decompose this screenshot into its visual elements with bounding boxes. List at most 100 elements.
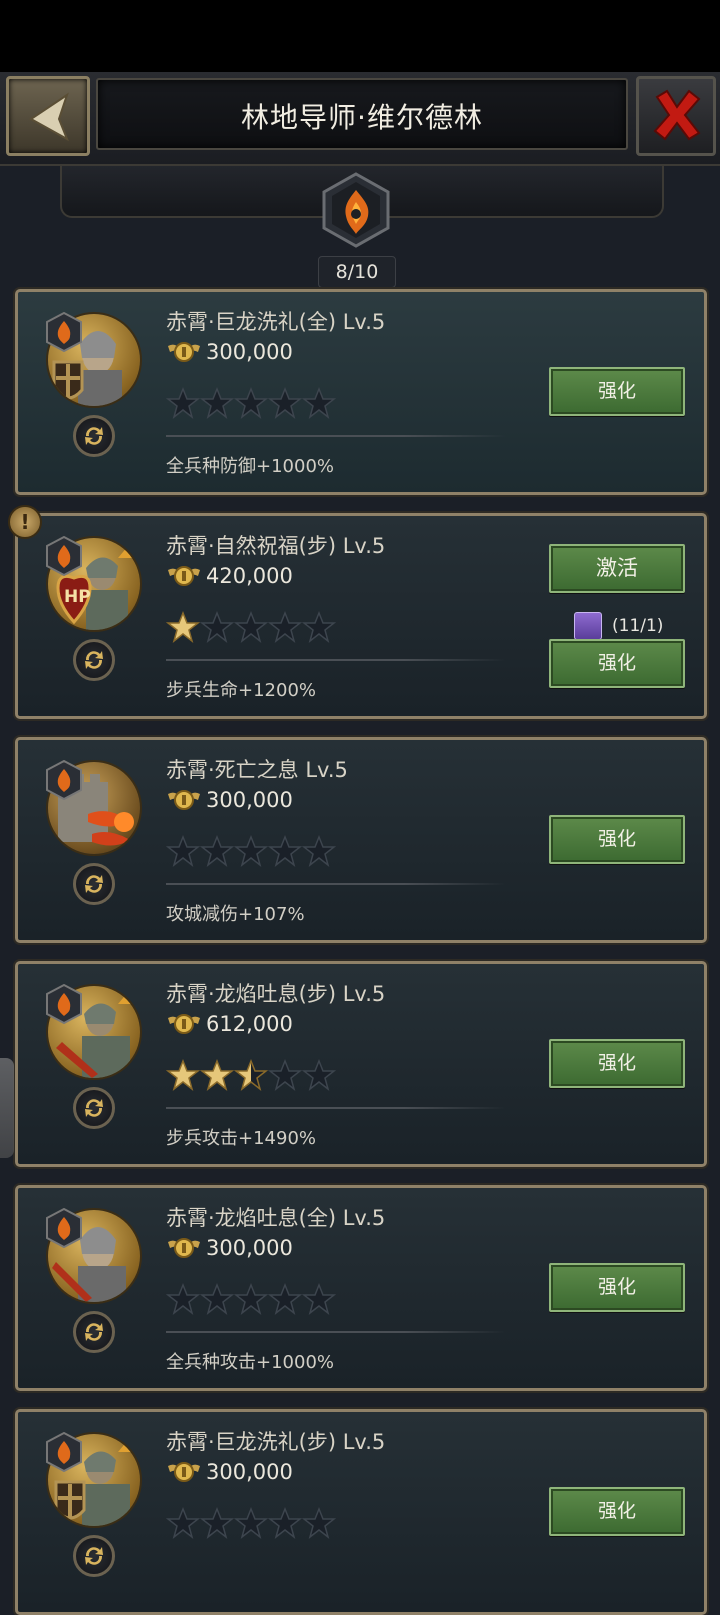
- winged-coin-icon: [168, 342, 200, 362]
- winged-coin-icon: [168, 1014, 200, 1034]
- divider: [166, 659, 506, 661]
- divider: [166, 883, 506, 885]
- star-icon: [200, 834, 234, 867]
- swap-button[interactable]: [73, 1311, 115, 1353]
- skill-name: 赤霄·死亡之息 Lv.5: [166, 758, 348, 782]
- swap-button[interactable]: [73, 1535, 115, 1577]
- star-icon: [200, 610, 234, 643]
- star-icon: [234, 834, 268, 867]
- star-icon: [268, 834, 302, 867]
- swap-icon: [85, 875, 103, 893]
- attribute-text: 步兵生命+1200%: [166, 680, 316, 701]
- star-icon: [268, 1282, 302, 1315]
- star-icon: [234, 1282, 268, 1315]
- requirement-text: (11/1): [612, 616, 664, 636]
- skill-card: 赤霄·龙焰吐息(全) Lv.5 300,000 全兵种攻击+1000% 强化: [15, 1185, 707, 1391]
- divider: [166, 1107, 506, 1109]
- title-frame: 林地导师·维尔德林: [96, 78, 628, 150]
- activate-button[interactable]: 激活: [549, 544, 685, 593]
- winged-coin-icon: [168, 1462, 200, 1482]
- cost-value: 420,000: [206, 564, 293, 588]
- star-icon: [302, 834, 336, 867]
- skill-name: 赤霄·龙焰吐息(步) Lv.5: [166, 982, 386, 1006]
- close-x-icon: [653, 89, 701, 141]
- star-icon: [200, 1058, 234, 1091]
- enhance-button[interactable]: 强化: [549, 815, 685, 864]
- star-icon: [302, 1506, 336, 1539]
- star-icon: [166, 386, 200, 419]
- page-title: 林地导师·维尔德林: [241, 101, 483, 134]
- attribute-text: 全兵种攻击+1000%: [166, 1352, 334, 1373]
- skill-name: 赤霄·龙焰吐息(全) Lv.5: [166, 1206, 386, 1230]
- star-icon: [234, 610, 268, 643]
- winged-coin-icon: [168, 1238, 200, 1258]
- skill-card: 赤霄·龙焰吐息(步) Lv.5 612,000 步兵攻击+1490% 强化: [15, 961, 707, 1167]
- star-rating: [166, 386, 336, 420]
- star-icon: [166, 610, 200, 643]
- attribute-text: 全兵种防御+1000%: [166, 456, 334, 477]
- winged-coin-icon: [168, 790, 200, 810]
- swap-icon: [85, 427, 103, 445]
- star-rating: [166, 834, 336, 868]
- cost-value: 300,000: [206, 1460, 293, 1484]
- exclamation-icon[interactable]: !: [8, 505, 42, 539]
- flame-badge-icon: [46, 984, 82, 1024]
- star-icon: [200, 1282, 234, 1315]
- back-button[interactable]: [6, 76, 90, 156]
- star-icon: [200, 386, 234, 419]
- flame-badge-icon: [46, 536, 82, 576]
- star-rating: [166, 1282, 336, 1316]
- enhance-button[interactable]: 强化: [549, 367, 685, 416]
- chevron-left-icon: [29, 92, 69, 142]
- star-icon: [268, 1058, 302, 1091]
- close-button[interactable]: [636, 76, 716, 156]
- star-rating: [166, 610, 336, 644]
- star-icon: [234, 1506, 268, 1539]
- flame-badge-icon: [46, 760, 82, 800]
- enhance-button[interactable]: 强化: [549, 1487, 685, 1536]
- swap-button[interactable]: [73, 863, 115, 905]
- skill-card: HP 赤霄·自然祝福(步) Lv.5 420,000 步兵生命+1200% 激活…: [15, 513, 707, 719]
- enhance-button[interactable]: 强化: [549, 639, 685, 688]
- star-icon: [166, 834, 200, 867]
- winged-coin-icon: [168, 566, 200, 586]
- cost-value: 300,000: [206, 1236, 293, 1260]
- cost-value: 300,000: [206, 340, 293, 364]
- star-icon: [200, 1506, 234, 1539]
- star-icon: [166, 1506, 200, 1539]
- star-rating: [166, 1058, 336, 1092]
- enhance-button[interactable]: 强化: [549, 1263, 685, 1312]
- attribute-text: 步兵攻击+1490%: [166, 1128, 316, 1149]
- star-icon: [268, 610, 302, 643]
- swap-button[interactable]: [73, 1087, 115, 1129]
- flame-badge-icon: [46, 1208, 82, 1248]
- divider: [166, 1331, 506, 1333]
- skill-name: 赤霄·巨龙洗礼(步) Lv.5: [166, 1430, 386, 1454]
- skill-card: 赤霄·巨龙洗礼(步) Lv.5 300,000 强化: [15, 1409, 707, 1615]
- star-icon: [234, 386, 268, 419]
- skill-card: 赤霄·巨龙洗礼(全) Lv.5 300,000 全兵种防御+1000% 强化: [15, 289, 707, 495]
- swap-button[interactable]: [73, 415, 115, 457]
- swap-icon: [85, 1099, 103, 1117]
- header: 林地导师·维尔德林: [0, 72, 720, 166]
- flame-badge-icon: [46, 1432, 82, 1472]
- star-icon: [234, 1058, 268, 1091]
- flame-emblem-icon: [322, 172, 390, 248]
- cost-value: 300,000: [206, 788, 293, 812]
- status-bar: [0, 0, 720, 72]
- flame-badge-icon: [46, 312, 82, 352]
- attribute-text: 攻城减伤+107%: [166, 904, 305, 925]
- star-icon: [268, 386, 302, 419]
- progress-count: 8/10: [318, 256, 396, 288]
- side-drawer-handle[interactable]: [0, 1058, 14, 1158]
- star-icon: [302, 610, 336, 643]
- star-icon: [302, 1058, 336, 1091]
- skill-name: 赤霄·巨龙洗礼(全) Lv.5: [166, 310, 386, 334]
- cost-value: 612,000: [206, 1012, 293, 1036]
- swap-icon: [85, 651, 103, 669]
- swap-icon: [85, 1547, 103, 1565]
- swap-button[interactable]: [73, 639, 115, 681]
- enhance-button[interactable]: 强化: [549, 1039, 685, 1088]
- star-icon: [166, 1058, 200, 1091]
- svg-text:HP: HP: [64, 587, 91, 607]
